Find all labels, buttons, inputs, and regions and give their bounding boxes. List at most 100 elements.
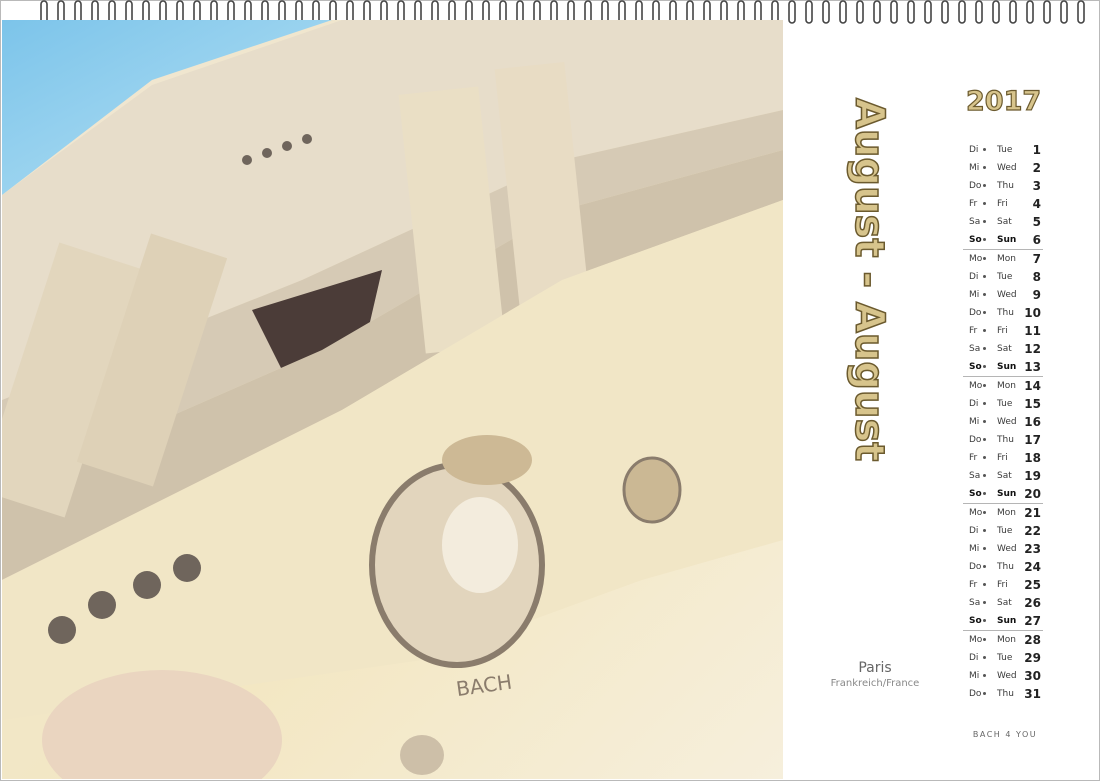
- separator-dot-icon: [983, 656, 986, 659]
- weekday-de: Di: [969, 272, 979, 282]
- weekday-en: Wed: [997, 290, 1017, 300]
- day-number: 12: [1024, 342, 1041, 356]
- day-number: 21: [1024, 506, 1041, 520]
- day-number: 27: [1024, 614, 1041, 628]
- day-number: 18: [1024, 451, 1041, 465]
- weekday-en: Thu: [997, 181, 1014, 191]
- day-row: Do Thu 10: [963, 304, 1043, 322]
- weekday-de: Mo: [969, 508, 983, 518]
- weekday-en: Fri: [997, 199, 1008, 209]
- weekday-de: So: [969, 616, 982, 626]
- day-number: 31: [1024, 687, 1041, 701]
- day-row: Di Tue 8: [963, 268, 1043, 286]
- country-name: Frankreich/France: [830, 678, 920, 689]
- binding-ring: [958, 0, 966, 24]
- day-row: Do Thu 3: [963, 177, 1043, 195]
- day-number: 13: [1024, 360, 1041, 374]
- weekday-de: Di: [969, 653, 979, 663]
- separator-dot-icon: [983, 311, 986, 314]
- separator-dot-icon: [983, 257, 986, 260]
- weekday-en: Tue: [997, 526, 1013, 536]
- day-number: 4: [1032, 197, 1041, 211]
- separator-dot-icon: [983, 184, 986, 187]
- brand-label: BACH 4 YOU: [972, 730, 1038, 739]
- weekday-en: Mon: [997, 508, 1016, 518]
- separator-dot-icon: [983, 529, 986, 532]
- day-list: Di Tue 1 Mi Wed 2 Do Thu 3 Fr Fri 4 Sa Sat 5 So Sun 6 Mo Mo…: [963, 141, 1043, 703]
- month-title: August - August: [845, 97, 893, 462]
- year-label: 2017: [965, 85, 1042, 117]
- weekday-de: Fr: [969, 326, 978, 336]
- separator-dot-icon: [983, 674, 986, 677]
- weekday-de: Fr: [969, 453, 978, 463]
- day-row: So Sun 27: [963, 612, 1043, 631]
- separator-dot-icon: [983, 275, 986, 278]
- separator-dot-icon: [983, 601, 986, 604]
- weekday-en: Fri: [997, 326, 1008, 336]
- weekday-en: Fri: [997, 453, 1008, 463]
- day-row: Sa Sat 19: [963, 467, 1043, 485]
- weekday-en: Sun: [997, 362, 1017, 372]
- binding-ring: [873, 0, 881, 24]
- weekday-de: Do: [969, 562, 982, 572]
- binding-ring: [1009, 0, 1017, 24]
- weekday-en: Tue: [997, 653, 1013, 663]
- weekday-de: Mi: [969, 417, 980, 427]
- binding-ring: [856, 0, 864, 24]
- weekday-de: Sa: [969, 217, 981, 227]
- weekday-en: Wed: [997, 544, 1017, 554]
- separator-dot-icon: [983, 438, 986, 441]
- day-row: So Sun 13: [963, 358, 1043, 377]
- separator-dot-icon: [983, 347, 986, 350]
- weekday-en: Wed: [997, 417, 1017, 427]
- day-number: 11: [1024, 324, 1041, 338]
- day-row: Fr Fri 11: [963, 322, 1043, 340]
- separator-dot-icon: [983, 420, 986, 423]
- binding-ring: [941, 0, 949, 24]
- weekday-de: Sa: [969, 598, 981, 608]
- weekday-de: Do: [969, 689, 982, 699]
- day-number: 6: [1032, 233, 1041, 247]
- weekday-de: Do: [969, 181, 982, 191]
- day-row: Mi Wed 16: [963, 413, 1043, 431]
- binding-ring: [992, 0, 1000, 24]
- day-row: Mo Mon 7: [963, 250, 1043, 268]
- weekday-de: Do: [969, 435, 982, 445]
- weekday-en: Tue: [997, 145, 1013, 155]
- day-row: Di Tue 1: [963, 141, 1043, 159]
- separator-dot-icon: [983, 456, 986, 459]
- day-row: Sa Sat 5: [963, 213, 1043, 231]
- binding-ring: [924, 0, 932, 24]
- day-row: Fr Fri 25: [963, 576, 1043, 594]
- weekday-en: Fri: [997, 580, 1008, 590]
- day-row: Mi Wed 2: [963, 159, 1043, 177]
- separator-dot-icon: [983, 474, 986, 477]
- weekday-en: Thu: [997, 689, 1014, 699]
- weekday-de: So: [969, 489, 982, 499]
- day-number: 2: [1032, 161, 1041, 175]
- weekday-en: Thu: [997, 308, 1014, 318]
- weekday-de: Mo: [969, 635, 983, 645]
- binding-ring: [1077, 0, 1085, 24]
- day-number: 5: [1032, 215, 1041, 229]
- day-row: Di Tue 22: [963, 522, 1043, 540]
- weekday-de: Mo: [969, 381, 983, 391]
- day-row: Do Thu 17: [963, 431, 1043, 449]
- binding-ring: [788, 0, 796, 24]
- weekday-en: Sat: [997, 598, 1012, 608]
- weekday-en: Mon: [997, 381, 1016, 391]
- separator-dot-icon: [983, 384, 986, 387]
- weekday-de: Fr: [969, 580, 978, 590]
- day-row: Mo Mon 14: [963, 377, 1043, 395]
- day-row: Sa Sat 12: [963, 340, 1043, 358]
- day-number: 17: [1024, 433, 1041, 447]
- day-number: 3: [1032, 179, 1041, 193]
- separator-dot-icon: [983, 220, 986, 223]
- month-title-text: August - August: [846, 98, 892, 461]
- separator-dot-icon: [983, 565, 986, 568]
- binding-ring: [907, 0, 915, 24]
- day-row: Do Thu 24: [963, 558, 1043, 576]
- separator-dot-icon: [983, 148, 986, 151]
- weekday-en: Sun: [997, 489, 1017, 499]
- day-number: 16: [1024, 415, 1041, 429]
